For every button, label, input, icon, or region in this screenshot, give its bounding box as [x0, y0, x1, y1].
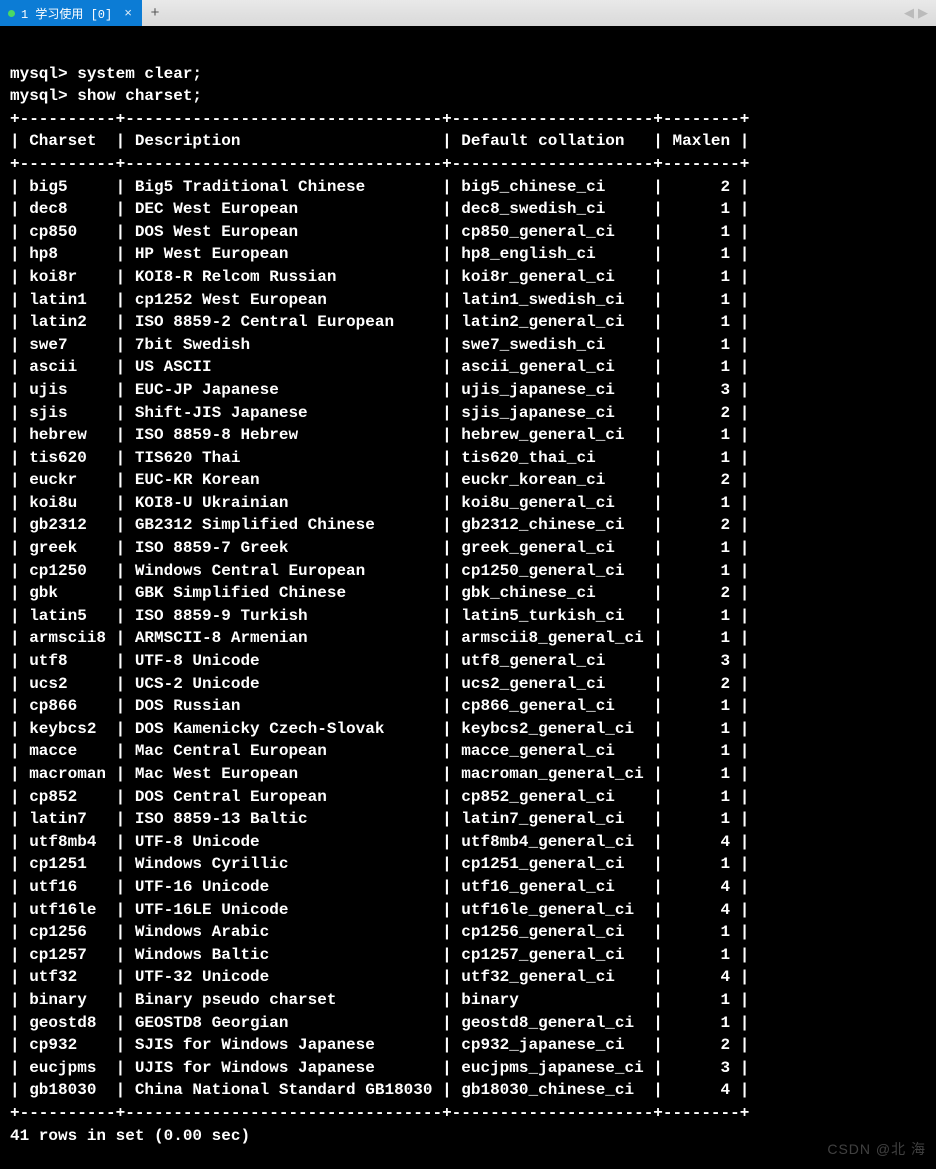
- status-dot-icon: [8, 10, 15, 17]
- nav-right-icon[interactable]: ▶: [916, 6, 930, 21]
- plus-icon: +: [151, 5, 160, 22]
- tab-bar: 1 学习使用 [0] × + ◀ ▶: [0, 0, 936, 26]
- tab-active[interactable]: 1 学习使用 [0] ×: [0, 0, 142, 26]
- new-tab-button[interactable]: +: [142, 0, 168, 26]
- tab-nav-arrows: ◀ ▶: [902, 0, 930, 26]
- close-icon[interactable]: ×: [124, 6, 132, 21]
- nav-left-icon[interactable]: ◀: [902, 6, 916, 21]
- tab-title: 1 学习使用 [0]: [21, 5, 112, 22]
- terminal-output[interactable]: mysql> system clear; mysql> show charset…: [0, 26, 936, 1169]
- watermark-text: CSDN @北 海: [827, 1139, 926, 1159]
